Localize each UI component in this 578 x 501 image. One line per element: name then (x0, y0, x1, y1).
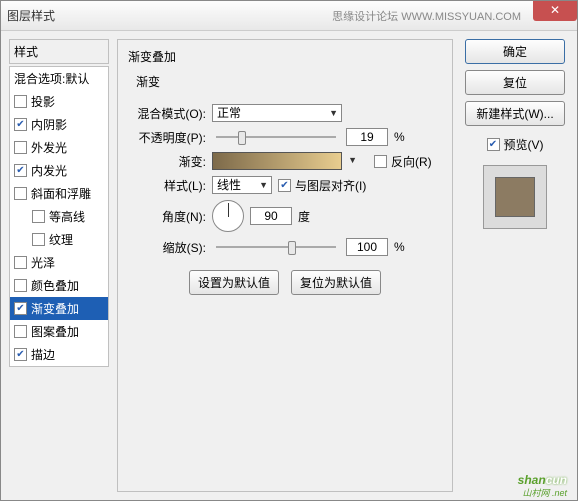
new-style-button[interactable]: 新建样式(W)... (465, 101, 565, 126)
scale-label: 缩放(S): (128, 239, 206, 256)
layer-style-dialog: 图层样式 思缘设计论坛 WWW.MISSYUAN.COM ✕ 样式 混合选项:默… (0, 0, 578, 501)
style-select[interactable]: 线性 (212, 176, 272, 194)
percent-unit: % (394, 130, 405, 144)
checkbox[interactable] (14, 348, 27, 361)
align-checkbox-group: 与图层对齐(I) (278, 177, 366, 194)
checkbox[interactable] (32, 233, 45, 246)
checkbox[interactable] (14, 256, 27, 269)
angle-label: 角度(N): (128, 208, 206, 225)
action-column: 确定 复位 新建样式(W)... 预览(V) (461, 39, 569, 492)
opacity-slider[interactable] (216, 136, 336, 138)
checkbox[interactable] (14, 325, 27, 338)
source-text: 思缘设计论坛 WWW.MISSYUAN.COM (332, 8, 521, 24)
style-item-inner-shadow[interactable]: 内阴影 (10, 113, 108, 136)
style-label: 样式(L): (128, 177, 206, 194)
gradient-label: 渐变: (128, 153, 206, 170)
opacity-value[interactable]: 19 (346, 128, 388, 146)
gradient-picker[interactable] (212, 152, 342, 170)
row-opacity: 不透明度(P): 19 % (128, 128, 442, 146)
styles-header[interactable]: 样式 (9, 39, 109, 64)
reverse-checkbox-group: 反向(R) (374, 153, 432, 170)
options-panel: 渐变叠加 渐变 混合模式(O): 正常 不透明度(P): 19 % 渐变: 反向… (117, 39, 453, 492)
row-blend-mode: 混合模式(O): 正常 (128, 104, 442, 122)
titlebar: 图层样式 思缘设计论坛 WWW.MISSYUAN.COM ✕ (1, 1, 577, 31)
checkbox[interactable] (14, 279, 27, 292)
row-gradient: 渐变: 反向(R) (128, 152, 442, 170)
style-item-satin[interactable]: 光泽 (10, 251, 108, 274)
blend-mode-select[interactable]: 正常 (212, 104, 342, 122)
style-item-bevel-emboss[interactable]: 斜面和浮雕 (10, 182, 108, 205)
close-button[interactable]: ✕ (533, 1, 577, 21)
row-style: 样式(L): 线性 与图层对齐(I) (128, 176, 442, 194)
reverse-checkbox[interactable] (374, 155, 387, 168)
styles-list: 混合选项:默认 投影 内阴影 外发光 内发光 斜面和浮雕 等高线 纹理 光泽 颜… (9, 66, 109, 367)
opacity-label: 不透明度(P): (128, 129, 206, 146)
style-item-inner-glow[interactable]: 内发光 (10, 159, 108, 182)
reverse-label: 反向(R) (391, 153, 432, 170)
style-item-contour[interactable]: 等高线 (10, 205, 108, 228)
checkbox[interactable] (14, 95, 27, 108)
preview-box (483, 165, 547, 229)
ok-button[interactable]: 确定 (465, 39, 565, 64)
content-area: 样式 混合选项:默认 投影 内阴影 外发光 内发光 斜面和浮雕 等高线 纹理 光… (1, 31, 577, 500)
slider-thumb[interactable] (288, 241, 296, 255)
blend-mode-label: 混合模式(O): (128, 105, 206, 122)
cancel-button[interactable]: 复位 (465, 70, 565, 95)
style-item-pattern-overlay[interactable]: 图案叠加 (10, 320, 108, 343)
row-defaults: 设置为默认值 复位为默认值 (128, 270, 442, 295)
panel-subtitle: 渐变 (128, 71, 442, 98)
style-item-stroke[interactable]: 描边 (10, 343, 108, 366)
style-item-texture[interactable]: 纹理 (10, 228, 108, 251)
window-title: 图层样式 (7, 7, 332, 24)
style-item-gradient-overlay[interactable]: 渐变叠加 (10, 297, 108, 320)
percent-unit: % (394, 240, 405, 254)
checkbox[interactable] (14, 118, 27, 131)
preview-label: 预览(V) (504, 136, 544, 153)
blending-options-default[interactable]: 混合选项:默认 (10, 67, 108, 90)
checkbox[interactable] (14, 302, 27, 315)
scale-slider[interactable] (216, 246, 336, 248)
watermark: shancun 山村网 .net (518, 464, 567, 496)
row-angle: 角度(N): 90 度 (128, 200, 442, 232)
align-label: 与图层对齐(I) (295, 177, 366, 194)
angle-unit: 度 (298, 208, 310, 225)
scale-value[interactable]: 100 (346, 238, 388, 256)
preview-swatch (495, 177, 535, 217)
preview-checkbox-group: 预览(V) (487, 136, 544, 153)
panel-title: 渐变叠加 (128, 46, 442, 71)
preview-checkbox[interactable] (487, 138, 500, 151)
style-item-color-overlay[interactable]: 颜色叠加 (10, 274, 108, 297)
checkbox[interactable] (14, 141, 27, 154)
reset-default-button[interactable]: 复位为默认值 (291, 270, 381, 295)
checkbox[interactable] (14, 164, 27, 177)
angle-dial[interactable] (212, 200, 244, 232)
style-item-drop-shadow[interactable]: 投影 (10, 90, 108, 113)
checkbox[interactable] (32, 210, 45, 223)
align-checkbox[interactable] (278, 179, 291, 192)
styles-column: 样式 混合选项:默认 投影 内阴影 外发光 内发光 斜面和浮雕 等高线 纹理 光… (9, 39, 109, 492)
set-default-button[interactable]: 设置为默认值 (189, 270, 279, 295)
style-item-outer-glow[interactable]: 外发光 (10, 136, 108, 159)
checkbox[interactable] (14, 187, 27, 200)
angle-value[interactable]: 90 (250, 207, 292, 225)
slider-thumb[interactable] (238, 131, 246, 145)
row-scale: 缩放(S): 100 % (128, 238, 442, 256)
